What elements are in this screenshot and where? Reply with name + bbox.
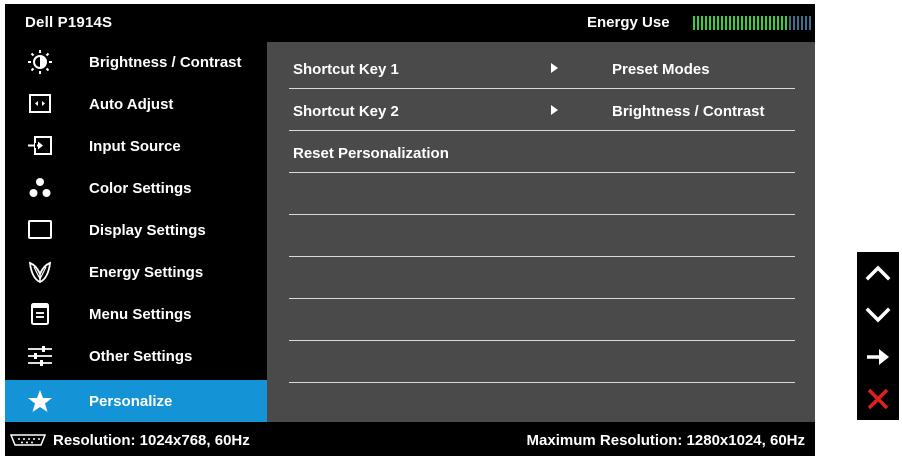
menu-item-label: Other Settings bbox=[89, 348, 193, 365]
input-source-icon bbox=[28, 136, 52, 155]
menu-item-label: Energy Settings bbox=[89, 264, 204, 281]
other-settings-icon bbox=[28, 346, 52, 366]
menu-item-energy-settings[interactable]: Energy Settings bbox=[5, 252, 267, 292]
energy-meter-segment bbox=[733, 16, 735, 30]
menu-item-label: Display Settings bbox=[89, 222, 206, 239]
submenu-row-empty bbox=[289, 258, 795, 299]
energy-use-label: Energy Use bbox=[587, 14, 670, 31]
osd-main-menu: Brightness / Contrast Auto Adjust Input … bbox=[5, 42, 267, 422]
energy-meter-segment bbox=[725, 16, 727, 30]
monitor-osd: Dell P1914S Energy Use Brightness / Cont… bbox=[5, 4, 815, 456]
menu-item-label: Auto Adjust bbox=[89, 96, 174, 113]
display-settings-icon bbox=[28, 220, 52, 239]
menu-settings-icon bbox=[31, 303, 49, 325]
enter-button[interactable] bbox=[857, 336, 899, 378]
brightness-icon bbox=[28, 50, 52, 74]
osd-footer: Resolution: 1024x768, 60Hz Maximum Resol… bbox=[5, 422, 815, 456]
energy-use-meter bbox=[693, 16, 811, 30]
energy-meter-segment bbox=[801, 16, 803, 30]
row-value: Preset Modes bbox=[612, 61, 710, 78]
energy-meter-segment bbox=[753, 16, 755, 30]
menu-item-label: Menu Settings bbox=[89, 306, 192, 323]
osd-header: Dell P1914S Energy Use bbox=[5, 4, 815, 42]
energy-leaf-icon bbox=[28, 261, 52, 283]
star-icon bbox=[28, 390, 52, 412]
menu-item-label: Input Source bbox=[89, 138, 181, 155]
row-value: Brightness / Contrast bbox=[612, 103, 765, 120]
personalize-submenu: Shortcut Key 1 Preset Modes Shortcut Key… bbox=[267, 42, 815, 422]
energy-meter-segment bbox=[709, 16, 711, 30]
current-resolution: Resolution: 1024x768, 60Hz bbox=[53, 432, 250, 449]
menu-item-color-settings[interactable]: Color Settings bbox=[5, 168, 267, 208]
row-label: Shortcut Key 1 bbox=[293, 61, 399, 78]
submenu-arrow-icon bbox=[551, 63, 558, 73]
submenu-arrow-icon bbox=[551, 105, 558, 115]
row-label: Reset Personalization bbox=[293, 145, 449, 162]
energy-meter-segment bbox=[717, 16, 719, 30]
menu-item-menu-settings[interactable]: Menu Settings bbox=[5, 294, 267, 334]
vga-connector-icon bbox=[9, 434, 47, 446]
energy-meter-segment bbox=[793, 16, 795, 30]
energy-meter-segment bbox=[721, 16, 723, 30]
submenu-row-empty bbox=[289, 174, 795, 215]
down-button[interactable] bbox=[857, 294, 899, 336]
menu-item-input-source[interactable]: Input Source bbox=[5, 126, 267, 166]
energy-meter-segment bbox=[693, 16, 695, 30]
energy-meter-segment bbox=[769, 16, 771, 30]
menu-item-label: Color Settings bbox=[89, 180, 192, 197]
energy-meter-segment bbox=[761, 16, 763, 30]
submenu-row-reset-personalization[interactable]: Reset Personalization bbox=[289, 132, 795, 173]
energy-meter-segment bbox=[765, 16, 767, 30]
energy-meter-segment bbox=[749, 16, 751, 30]
submenu-row-empty bbox=[289, 342, 795, 383]
menu-item-label: Brightness / Contrast bbox=[89, 54, 242, 71]
energy-meter-segment bbox=[745, 16, 747, 30]
energy-meter-segment bbox=[741, 16, 743, 30]
color-settings-icon bbox=[29, 178, 51, 197]
energy-meter-segment bbox=[757, 16, 759, 30]
auto-adjust-icon bbox=[29, 94, 51, 113]
energy-meter-segment bbox=[785, 16, 787, 30]
energy-meter-segment bbox=[729, 16, 731, 30]
menu-item-brightness-contrast[interactable]: Brightness / Contrast bbox=[5, 42, 267, 82]
energy-meter-segment bbox=[797, 16, 799, 30]
submenu-row-empty bbox=[289, 216, 795, 257]
menu-item-label: Personalize bbox=[89, 393, 173, 410]
energy-meter-segment bbox=[737, 16, 739, 30]
close-icon bbox=[867, 388, 889, 410]
down-arrow-icon bbox=[865, 307, 891, 323]
energy-meter-segment bbox=[809, 16, 811, 30]
submenu-row-shortcut-key-1[interactable]: Shortcut Key 1 Preset Modes bbox=[289, 48, 795, 89]
maximum-resolution: Maximum Resolution: 1280x1024, 60Hz bbox=[526, 432, 805, 449]
osd-navigation-buttons bbox=[857, 252, 899, 420]
energy-meter-segment bbox=[781, 16, 783, 30]
right-arrow-icon bbox=[867, 349, 889, 365]
menu-item-other-settings[interactable]: Other Settings bbox=[5, 336, 267, 376]
energy-meter-segment bbox=[773, 16, 775, 30]
energy-meter-segment bbox=[705, 16, 707, 30]
menu-item-display-settings[interactable]: Display Settings bbox=[5, 210, 267, 250]
menu-item-personalize[interactable]: Personalize bbox=[5, 380, 267, 422]
row-label: Shortcut Key 2 bbox=[293, 103, 399, 120]
energy-meter-segment bbox=[713, 16, 715, 30]
energy-meter-segment bbox=[697, 16, 699, 30]
energy-meter-segment bbox=[701, 16, 703, 30]
up-arrow-icon bbox=[865, 265, 891, 281]
submenu-row-shortcut-key-2[interactable]: Shortcut Key 2 Brightness / Contrast bbox=[289, 90, 795, 131]
energy-meter-segment bbox=[805, 16, 807, 30]
submenu-row-empty bbox=[289, 300, 795, 341]
energy-meter-segment bbox=[777, 16, 779, 30]
exit-button[interactable] bbox=[857, 378, 899, 420]
model-name: Dell P1914S bbox=[25, 14, 113, 31]
menu-item-auto-adjust[interactable]: Auto Adjust bbox=[5, 84, 267, 124]
energy-meter-segment bbox=[789, 16, 791, 30]
up-button[interactable] bbox=[857, 252, 899, 294]
